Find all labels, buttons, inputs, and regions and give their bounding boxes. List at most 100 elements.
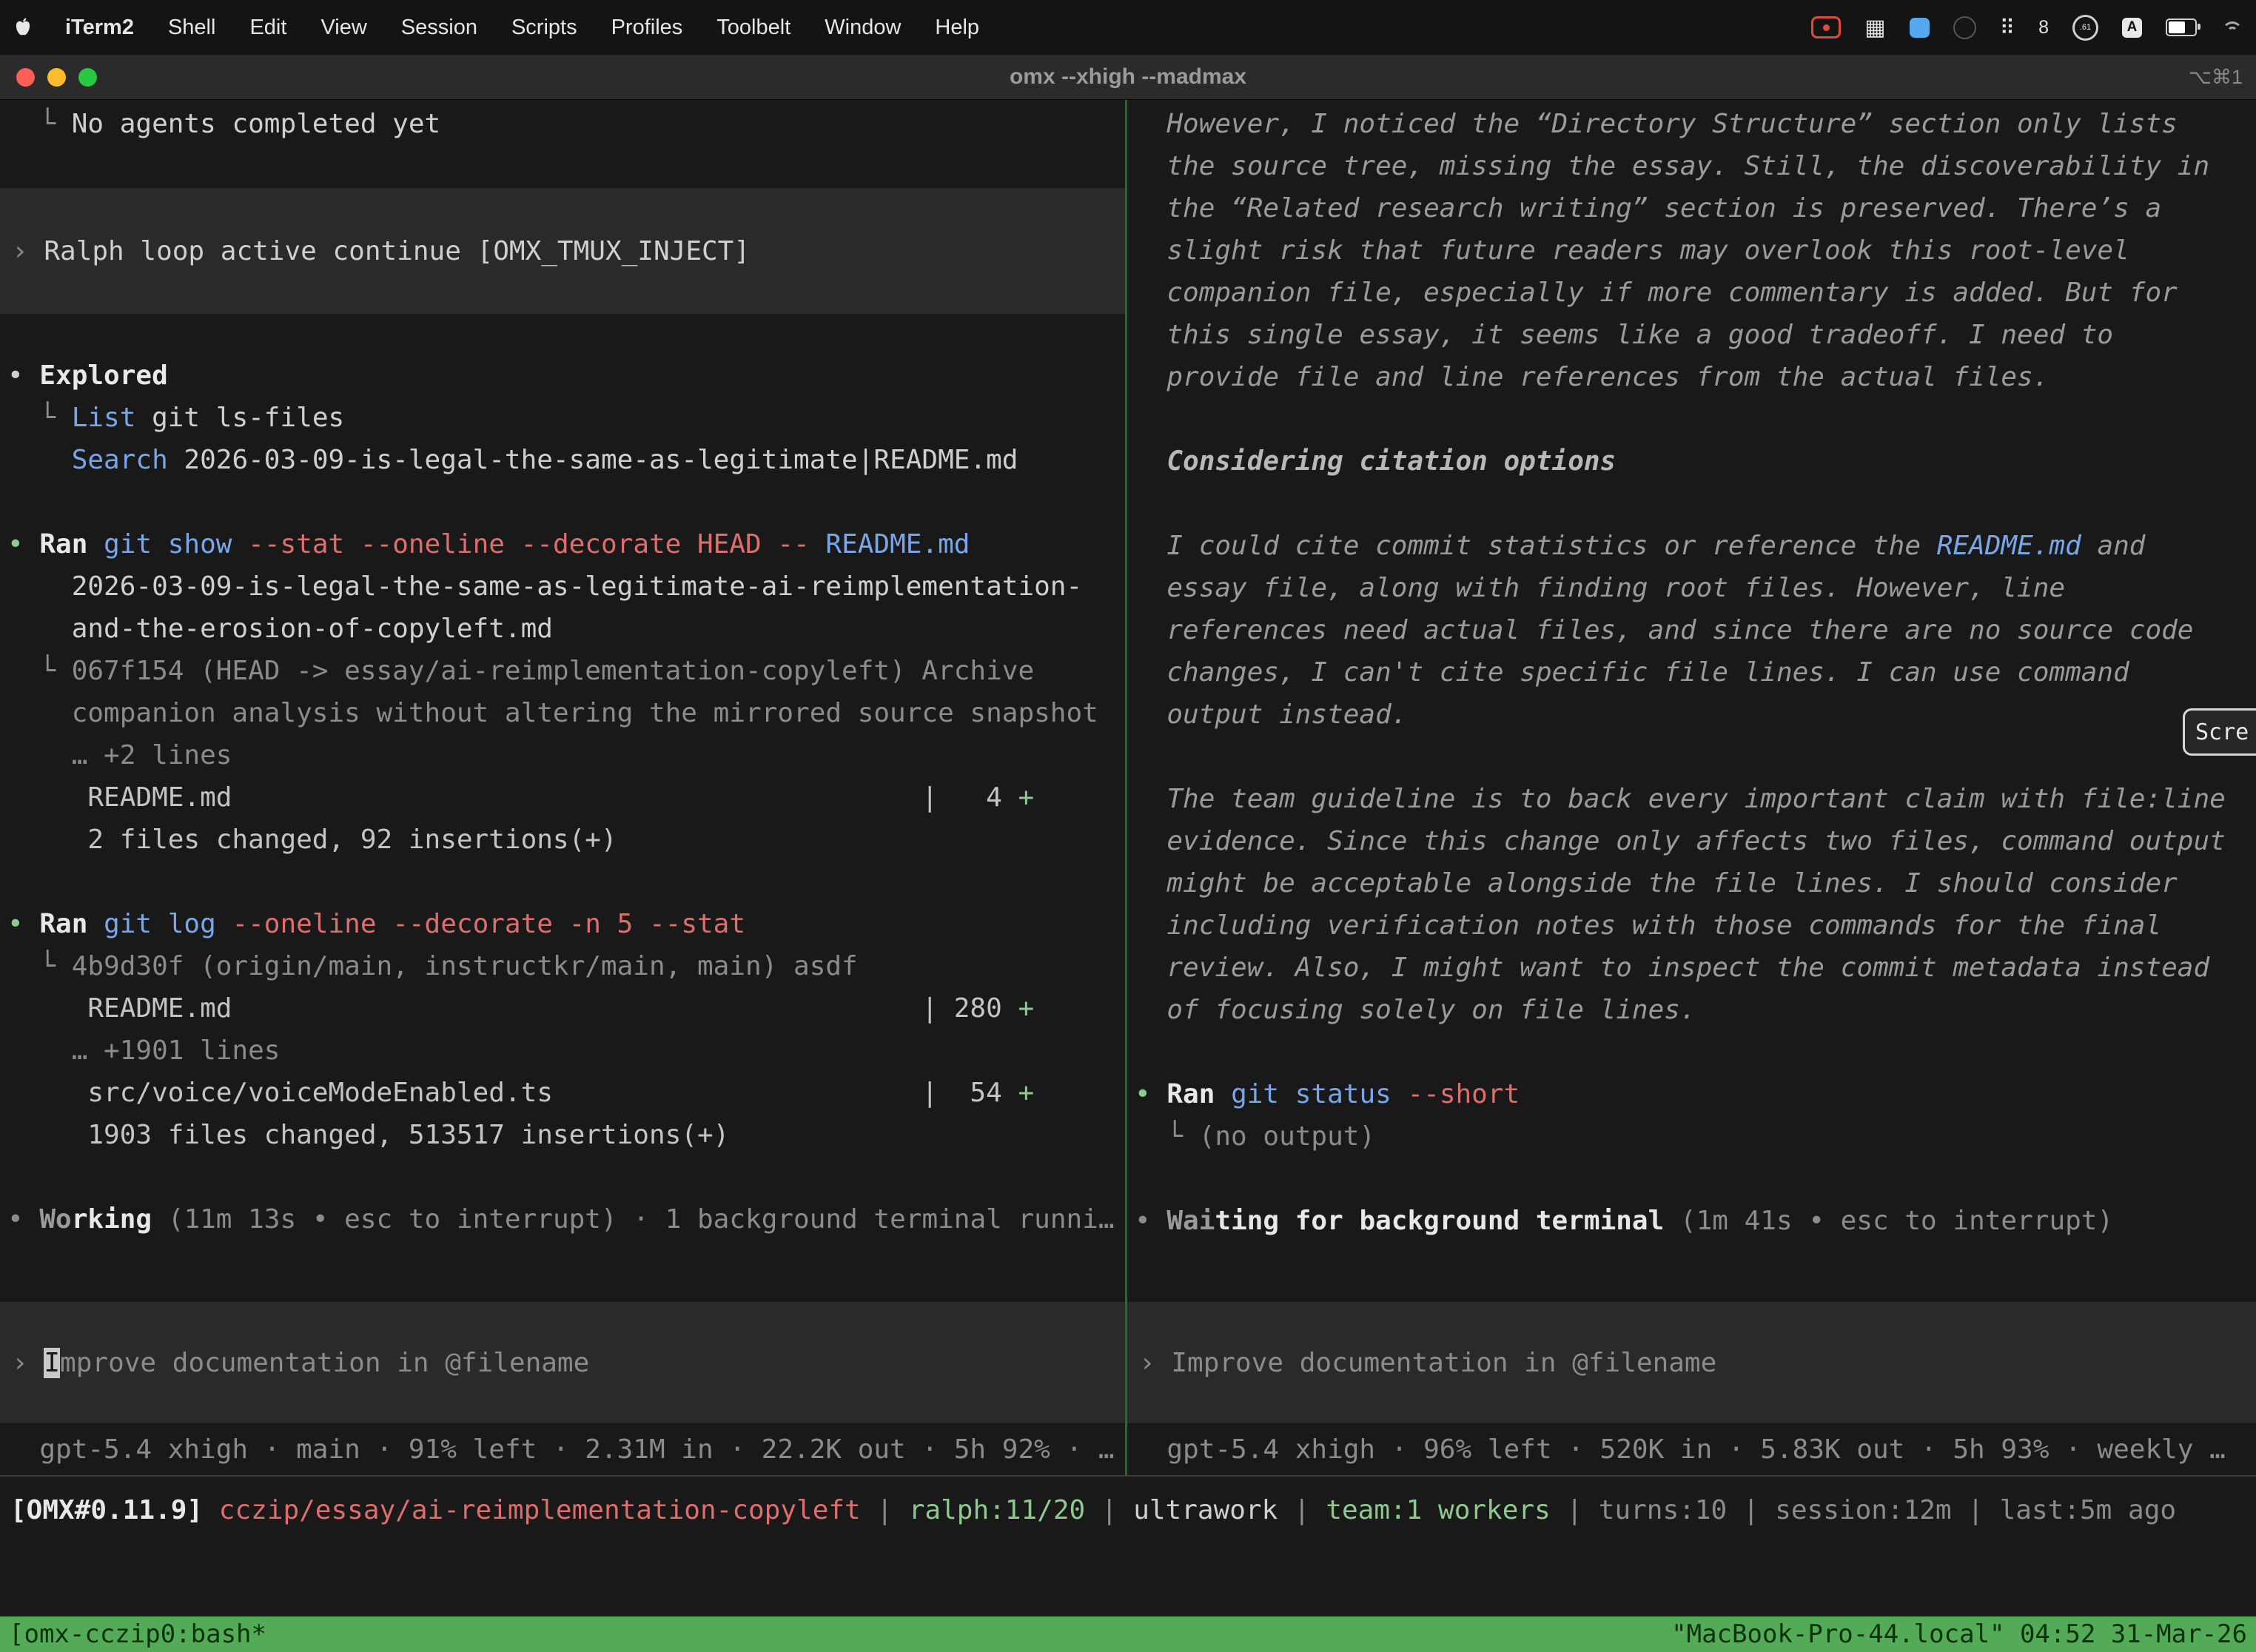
text-segment: the “Related research writing” section i…: [1135, 193, 2161, 224]
text-segment: git ls-files: [135, 403, 344, 433]
text-segment: essay file, along with finding root file…: [1135, 573, 2065, 603]
terminal-line: including verification notes with those …: [1127, 904, 2256, 947]
raycast-icon[interactable]: [1910, 18, 1930, 38]
text-segment: README.md: [810, 529, 970, 560]
blank-line: [1127, 736, 2256, 778]
right-pane-scrollback: However, I noticed the “Directory Struct…: [1127, 103, 2256, 1242]
window-shortcut-badge: ⌥⌘1: [2189, 66, 2243, 89]
menu-item-session[interactable]: Session: [401, 16, 477, 40]
left-pane-scrollback: └ No agents completed yet› Ralph loop ac…: [0, 103, 1125, 1240]
text-segment: (11m 13s • esc to interrupt) · 1 backgro…: [152, 1204, 1114, 1235]
input-source-icon[interactable]: A: [2122, 18, 2142, 38]
text-segment: ›: [12, 236, 44, 266]
text-segment: └ 4b9d30f (origin/main, instructkr/main,…: [7, 951, 858, 981]
menu-item-shell[interactable]: Shell: [168, 16, 216, 40]
text-segment: … +2 lines: [7, 740, 232, 770]
text-segment: --short: [1391, 1079, 1520, 1109]
text-segment: Ran: [39, 529, 87, 560]
terminal-line: Search 2026-03-09-is-legal-the-same-as-l…: [0, 439, 1125, 481]
text-segment: •: [7, 360, 39, 391]
terminal-line: Considering citation options: [1127, 440, 2256, 483]
text-segment: references need actual files, and since …: [1135, 615, 2193, 645]
right-pane-status-line: gpt-5.4 xhigh · 96% left · 520K in · 5.8…: [1127, 1428, 2256, 1471]
left-pane[interactable]: └ No agents completed yet› Ralph loop ac…: [0, 100, 1125, 1475]
text-segment: Wo: [39, 1204, 71, 1235]
text-segment: companion file, especially if more comme…: [1135, 278, 2178, 308]
text-segment: including verification notes with those …: [1135, 910, 2161, 941]
inject-banner: › Ralph loop active continue [OMX_TMUX_I…: [0, 188, 1125, 314]
text-segment: List: [72, 403, 136, 433]
left-pane-status-line: gpt-5.4 xhigh · main · 91% left · 2.31M …: [0, 1428, 1125, 1471]
dots-grid-icon[interactable]: ⠿: [2000, 16, 2015, 40]
text-segment: |: [1551, 1495, 1599, 1525]
menu-bar: iTerm2 Shell Edit View Session Scripts Profile…: [0, 0, 2256, 55]
text-segment: Search: [72, 445, 168, 475]
text-segment: The team guideline is to back every impo…: [1135, 784, 2226, 814]
minimize-button[interactable]: [47, 68, 66, 87]
text-segment: Improve documentation in @filename: [1171, 1348, 1716, 1378]
menu-item-edit[interactable]: Edit: [249, 16, 286, 40]
terminal-panes: └ No agents completed yet› Ralph loop ac…: [0, 100, 2256, 1475]
text-segment: the source tree, missing the essay. Stil…: [1135, 151, 2209, 181]
text-segment: slight risk that future readers may over…: [1135, 235, 2129, 266]
omx-status-bar: [OMX#0.11.9] cczip/essay/ai-reimplementa…: [0, 1475, 2256, 1545]
screen-recording-icon[interactable]: [1811, 16, 1841, 38]
screen: iTerm2 Shell Edit View Session Scripts Profile…: [0, 0, 2256, 1652]
menu-item-view[interactable]: View: [320, 16, 366, 40]
text-segment: README.md: [1937, 531, 2081, 561]
terminal-line: companion file, especially if more comme…: [1127, 272, 2256, 314]
text-segment: └ 067f154 (HEAD -> essay/ai-reimplementa…: [7, 656, 1034, 686]
screenshot-overlay-button[interactable]: Scre: [2183, 708, 2256, 756]
battery-icon[interactable]: [2166, 19, 2197, 36]
right-prompt-input[interactable]: › Improve documentation in @filename: [1127, 1302, 2256, 1423]
terminal-line: companion analysis without altering the …: [0, 692, 1125, 734]
close-button[interactable]: [16, 68, 35, 87]
menu-item-window[interactable]: Window: [825, 16, 901, 40]
text-segment: gpt-5.4 xhigh · main · 91% left · 2.31M …: [7, 1434, 1115, 1465]
terminal-line: 2 files changed, 92 insertions(+): [0, 819, 1125, 861]
terminal-line: └ 4b9d30f (origin/main, instructkr/main,…: [0, 945, 1125, 987]
terminal-line: I could cite commit statistics or refere…: [1127, 525, 2256, 567]
text-segment: 2 files changed, 92 insertions(+): [7, 825, 617, 855]
battery-61-icon[interactable]: .61: [2072, 15, 2098, 41]
zoom-button[interactable]: [78, 68, 97, 87]
text-segment: … +1901 lines: [7, 1035, 280, 1066]
text-segment: However, I noticed the “Directory Struct…: [1135, 109, 2178, 139]
left-prompt-input[interactable]: › Improve documentation in @filename: [0, 1302, 1125, 1423]
menu-item-profiles[interactable]: Profiles: [611, 16, 683, 40]
window-title: omx --xhigh --madmax: [1010, 64, 1246, 90]
apple-menu[interactable]: [15, 18, 31, 37]
keyboard-8-icon[interactable]: 8: [2038, 17, 2049, 38]
text-segment: └: [7, 109, 72, 139]
terminal-line: the “Related research writing” section i…: [1127, 187, 2256, 229]
text-segment: rking: [72, 1204, 152, 1235]
menu-item-toolbelt[interactable]: Toolbelt: [716, 16, 790, 40]
menu-item-help[interactable]: Help: [935, 16, 979, 40]
text-segment: (1m 41s • esc to interrupt): [1664, 1206, 2113, 1236]
menu-item-iterm2[interactable]: iTerm2: [65, 16, 134, 40]
right-pane[interactable]: However, I noticed the “Directory Struct…: [1127, 100, 2256, 1475]
menu-item-scripts[interactable]: Scripts: [511, 16, 577, 40]
text-segment: provide file and line references from th…: [1135, 362, 2049, 392]
music-icon[interactable]: [1953, 16, 1976, 39]
terminal-line: the source tree, missing the essay. Stil…: [1127, 145, 2256, 187]
menu-status-icons: ▦ ⠿ 8 .61 A: [1811, 15, 2241, 41]
terminal-line: and-the-erosion-of-copyleft.md: [0, 608, 1125, 650]
text-segment: Explored: [39, 360, 167, 391]
grid-icon[interactable]: ▦: [1864, 15, 1885, 41]
text-segment: ralph:11/20: [909, 1495, 1085, 1525]
title-bar[interactable]: omx --xhigh --madmax ⌥⌘1: [0, 55, 2256, 100]
wifi-icon[interactable]: [2220, 19, 2241, 36]
terminal-line: └ List git ls-files: [0, 397, 1125, 439]
text-segment: Wai: [1166, 1206, 1215, 1236]
terminal-line: • Ran git show --stat --oneline --decora…: [0, 523, 1125, 565]
text-segment: └: [7, 403, 72, 433]
text-segment: this single essay, it seems like a good …: [1135, 320, 2113, 350]
terminal-line: • Working (11m 13s • esc to interrupt) ·…: [0, 1198, 1125, 1240]
terminal-line: slight risk that future readers may over…: [1127, 229, 2256, 272]
text-segment: of focusing solely on file lines.: [1135, 995, 1696, 1025]
text-segment: Ralph loop active continue [OMX_TMUX_INJ…: [44, 236, 750, 266]
terminal-line: However, I noticed the “Directory Struct…: [1127, 103, 2256, 145]
text-segment: •: [7, 1204, 39, 1235]
text-segment: output instead.: [1135, 699, 1407, 730]
